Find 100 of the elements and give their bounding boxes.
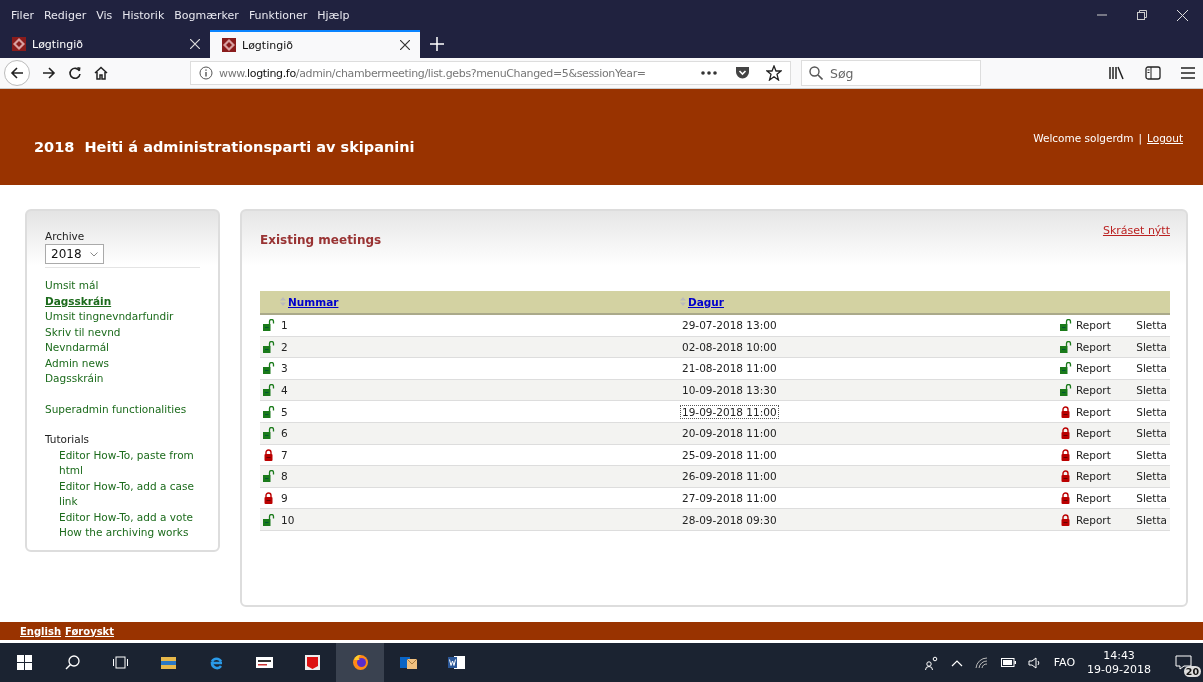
tutorial-link[interactable]: Editor How-To, paste from html (59, 447, 199, 479)
language-indicator[interactable]: FAO (1053, 656, 1076, 669)
create-new-link[interactable]: Skráset nýtt (1102, 224, 1170, 237)
nav-link[interactable]: Umsit tingnevndarfundir (45, 309, 174, 325)
firefox-icon[interactable] (351, 654, 369, 671)
battery-icon[interactable] (1000, 658, 1016, 667)
report-link[interactable]: Report (1076, 448, 1111, 461)
meeting-number: 4 (281, 384, 288, 397)
logout-link[interactable]: Logout (1147, 132, 1183, 146)
archive-label: Archive (45, 230, 86, 242)
delete-link[interactable]: Sletta (1136, 405, 1167, 418)
nav-link[interactable]: Admin news (45, 355, 109, 371)
menu-item[interactable]: Filer (6, 8, 39, 22)
notification-icon[interactable] (1174, 655, 1192, 670)
word-processor-icon[interactable] (447, 654, 465, 671)
delete-link[interactable]: Sletta (1136, 492, 1167, 505)
search-field[interactable]: Søg (801, 60, 981, 86)
meeting-date: 25-09-2018 11:00 (681, 447, 778, 462)
mail-app-icon[interactable] (399, 654, 417, 671)
column-header[interactable]: Dagur (688, 295, 724, 308)
meeting-number: 1 (281, 319, 288, 332)
menu-item[interactable]: Hjælp (312, 8, 355, 22)
meeting-date: 28-09-2018 09:30 (681, 512, 778, 527)
nav-link[interactable]: Dagsskráin (45, 371, 104, 387)
meeting-date: 27-09-2018 11:00 (681, 491, 778, 506)
forward-arrow-icon[interactable] (42, 66, 56, 80)
meeting-number: 9 (281, 492, 288, 505)
notification-count: 20 (1183, 666, 1201, 677)
delete-link[interactable]: Sletta (1136, 448, 1167, 461)
sort-arrows-icon (680, 297, 686, 307)
delete-link[interactable]: Sletta (1136, 362, 1167, 375)
info-icon (199, 66, 213, 80)
speaker-icon[interactable] (1027, 656, 1042, 669)
separator-text: | (1138, 132, 1143, 146)
app-shortcut-icon[interactable] (303, 654, 321, 671)
browser-tab[interactable]: Løgtingið (0, 30, 210, 58)
meeting-date: 02-08-2018 10:00 (681, 339, 778, 354)
library-icon[interactable] (1109, 66, 1125, 80)
report-link[interactable]: Report (1076, 362, 1111, 375)
meeting-number: 3 (281, 362, 288, 375)
new-tab-plus-icon[interactable] (430, 37, 444, 51)
address-bar[interactable]: www.logting.fo/admin/chambermeeting/list.gebs?menuChanged=5&sessionYear= (190, 61, 791, 85)
document-app-icon[interactable] (255, 654, 273, 671)
back-button[interactable] (4, 60, 30, 86)
chevron-down-icon (89, 251, 98, 257)
reload-icon[interactable] (68, 66, 82, 80)
pocket-icon[interactable] (735, 66, 750, 80)
browser-tab[interactable]: Løgtingið (210, 30, 420, 58)
meeting-date: 20-09-2018 11:00 (681, 426, 778, 441)
language-link[interactable]: English (20, 625, 62, 637)
tutorial-link[interactable]: Editor How-To, add a vote (59, 509, 199, 525)
meeting-date: 21-08-2018 11:00 (681, 361, 778, 376)
tutorial-link[interactable]: How the archiving works (59, 525, 199, 541)
tutorials-heading: Tutorials (45, 432, 90, 447)
menu-icon[interactable] (1181, 67, 1195, 79)
star-icon[interactable] (766, 65, 782, 81)
search-icon[interactable] (63, 654, 81, 671)
site-favicon-icon (222, 38, 236, 52)
report-link[interactable]: Report (1076, 492, 1111, 505)
search-icon (809, 66, 823, 80)
meeting-number: 8 (281, 470, 288, 483)
page-title: 2018 Heiti á administrationsparti av skipanini (34, 139, 415, 157)
delete-link[interactable]: Sletta (1136, 319, 1167, 332)
nav-link[interactable]: Dagsskráin (45, 293, 112, 309)
column-header[interactable]: Nummar (288, 295, 339, 308)
menu-item[interactable]: Rediger (38, 8, 92, 22)
meeting-date: 29-07-2018 13:00 (681, 318, 778, 333)
folder-icon[interactable] (159, 654, 177, 671)
meeting-date: 10-09-2018 13:30 (681, 383, 778, 398)
year-select[interactable]: 2018 (45, 244, 104, 264)
meeting-number: 7 (281, 448, 288, 461)
meeting-number: 6 (281, 427, 288, 440)
tutorial-link[interactable]: Editor How-To, add a case link (59, 478, 199, 510)
welcome-text: Welcome solgerdm (1033, 132, 1134, 146)
nav-link[interactable]: Umsit mál (45, 278, 99, 294)
language-link[interactable]: Føroyskt (65, 625, 115, 637)
people-icon[interactable] (924, 655, 939, 670)
clock[interactable]: 14:43 19-09-2018 (1087, 648, 1151, 677)
menu-item[interactable]: Bogmærker (169, 8, 244, 22)
nav-link[interactable]: Nevndarmál (45, 340, 109, 356)
menu-item[interactable]: Historik (117, 8, 170, 22)
sidebar-icon[interactable] (1145, 66, 1161, 80)
task-view-icon[interactable] (111, 654, 129, 671)
report-link[interactable]: Report (1076, 405, 1111, 418)
menu-item[interactable]: Funktioner (243, 8, 313, 22)
panel-title: Existing meetings (260, 233, 382, 247)
home-icon[interactable] (94, 66, 108, 80)
restore-icon[interactable] (1137, 9, 1147, 20)
menu-item[interactable]: Vis (91, 8, 118, 22)
wifi-icon[interactable] (974, 656, 989, 669)
caret-up-icon[interactable] (950, 658, 963, 667)
meeting-number: 5 (281, 405, 288, 418)
close-icon[interactable] (400, 40, 410, 50)
more-dots-icon[interactable] (701, 71, 717, 75)
nav-link[interactable]: Skriv til nevnd (45, 324, 121, 340)
nav-link[interactable]: Superadmin functionalities (45, 401, 187, 417)
meeting-number: 10 (281, 513, 295, 526)
back-arrow-icon (10, 66, 24, 80)
report-link[interactable]: Report (1076, 319, 1111, 332)
windows-logo-icon[interactable] (15, 654, 33, 671)
